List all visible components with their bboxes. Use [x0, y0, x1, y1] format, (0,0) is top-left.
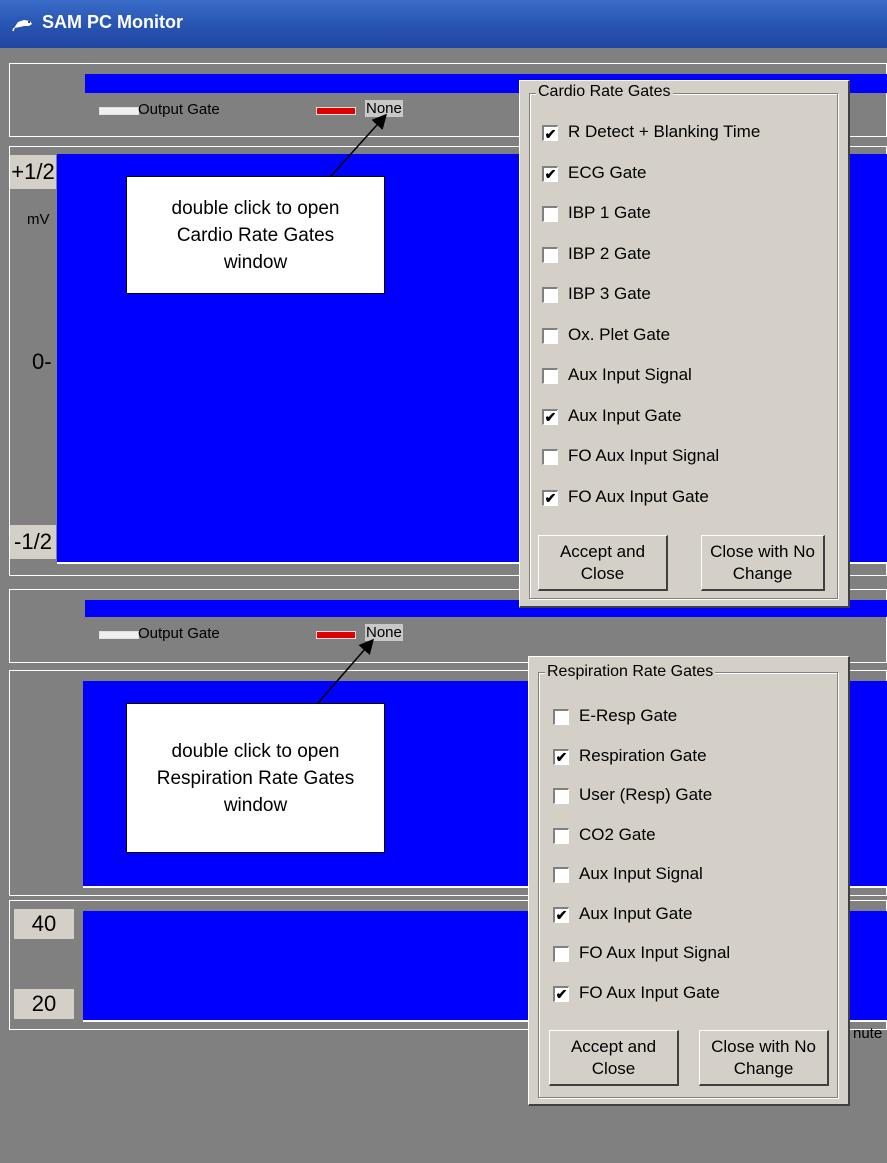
gate-checkbox-label[interactable]: CO2 Gate	[579, 825, 656, 845]
cardio-callout-arrow	[330, 113, 388, 177]
gate-checkbox[interactable]	[553, 867, 569, 883]
gate-checkbox-label[interactable]: Ox. Plet Gate	[568, 325, 670, 345]
gate-checkbox[interactable]: ✔	[542, 125, 558, 141]
gate-checkbox[interactable]: ✔	[553, 748, 569, 765]
resp-callout-arrow	[317, 638, 374, 704]
gate-checkbox-label[interactable]: FO Aux Input Gate	[568, 487, 709, 507]
resp-gates-title: Respiration Rate Gates	[545, 663, 716, 681]
checkmark-icon: ✔	[544, 166, 557, 182]
gate-checkbox-label[interactable]: User (Resp) Gate	[579, 785, 712, 805]
gate-checkbox[interactable]	[542, 206, 558, 222]
gate-checkbox[interactable]	[542, 246, 558, 263]
gate-checkbox-label[interactable]: Aux Input Gate	[568, 406, 681, 426]
gate-checkbox-label[interactable]: IBP 1 Gate	[568, 203, 651, 223]
gate-checkbox-label[interactable]: Aux Input Signal	[568, 365, 692, 385]
cardio-close-button[interactable]: Close with No Change	[701, 535, 825, 591]
cardio-accept-button[interactable]: Accept and Close	[538, 535, 668, 591]
gate-checkbox-label[interactable]: IBP 2 Gate	[568, 244, 651, 264]
cardio-gates-title: Cardio Rate Gates	[536, 83, 673, 101]
respiration-rate-gates-dialog: Respiration Rate Gates Accept and Close …	[528, 656, 850, 1106]
checkmark-icon: ✔	[544, 490, 557, 506]
gate-checkbox[interactable]	[542, 287, 558, 303]
gate-checkbox[interactable]: ✔	[542, 408, 558, 425]
cardio-callout: double click to open Cardio Rate Gates w…	[126, 176, 385, 294]
gate-checkbox[interactable]: ✔	[542, 165, 558, 182]
gate-checkbox[interactable]: ✔	[553, 906, 569, 923]
gate-checkbox-label[interactable]: Aux Input Gate	[579, 904, 692, 924]
gate-checkbox-label[interactable]: ECG Gate	[568, 163, 646, 183]
resp-accept-button[interactable]: Accept and Close	[549, 1030, 679, 1086]
checkmark-icon: ✔	[555, 907, 568, 923]
gate-checkbox[interactable]: ✔	[542, 489, 558, 506]
checkmark-icon: ✔	[555, 749, 568, 765]
gate-checkbox-label[interactable]: IBP 3 Gate	[568, 284, 651, 304]
gate-checkbox[interactable]	[542, 368, 558, 384]
gate-checkbox[interactable]: ✔	[553, 985, 569, 1002]
gate-checkbox-label[interactable]: Aux Input Signal	[579, 864, 703, 884]
resp-close-button[interactable]: Close with No Change	[699, 1030, 829, 1086]
gate-checkbox[interactable]	[542, 327, 558, 344]
gate-checkbox[interactable]	[553, 788, 569, 804]
gate-checkbox[interactable]	[553, 946, 569, 962]
gate-checkbox-label[interactable]: FO Aux Input Gate	[579, 983, 720, 1003]
gate-checkbox[interactable]	[553, 827, 569, 844]
gate-checkbox-label[interactable]: Respiration Gate	[579, 746, 707, 766]
gate-checkbox-label[interactable]: FO Aux Input Signal	[568, 446, 719, 466]
gate-checkbox-label[interactable]: R Detect + Blanking Time	[568, 122, 760, 142]
checkmark-icon: ✔	[544, 409, 557, 425]
gate-checkbox[interactable]	[553, 709, 569, 725]
gate-checkbox[interactable]	[542, 449, 558, 465]
resp-callout: double click to open Respiration Rate Ga…	[126, 703, 385, 853]
cardio-rate-gates-dialog: Cardio Rate Gates Accept and Close Close…	[519, 80, 850, 608]
gate-checkbox-label[interactable]: E-Resp Gate	[579, 706, 677, 726]
checkmark-icon: ✔	[555, 986, 568, 1002]
checkmark-icon: ✔	[544, 125, 557, 142]
gate-checkbox-label[interactable]: FO Aux Input Signal	[579, 943, 730, 963]
